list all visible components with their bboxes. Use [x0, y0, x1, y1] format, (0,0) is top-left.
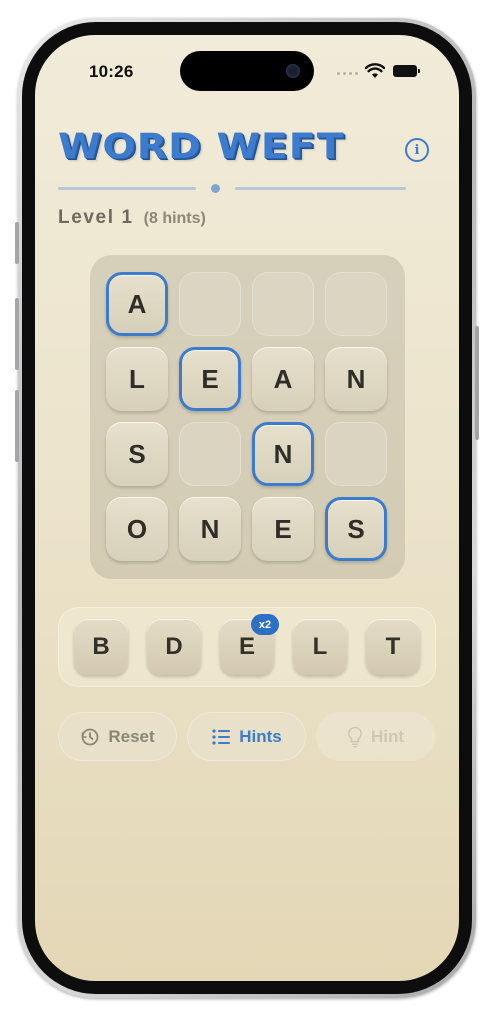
grid-cell-letter: E: [274, 513, 292, 544]
grid-cell-empty[interactable]: [325, 272, 387, 336]
volume-up-button: [15, 298, 19, 370]
grid-cell-letter: A: [273, 363, 293, 394]
hint-button[interactable]: Hint: [316, 712, 435, 761]
grid-cell-letter: S: [128, 438, 146, 469]
dynamic-island: [180, 51, 314, 91]
status-time: 10:26: [89, 62, 134, 81]
grid-cell-empty[interactable]: [325, 422, 387, 486]
grid-cell[interactable]: E: [179, 347, 241, 411]
camera-icon: [286, 64, 300, 78]
info-icon[interactable]: i: [405, 138, 429, 162]
grid-cell[interactable]: O: [106, 497, 168, 561]
hints-label: Hints: [239, 726, 282, 746]
grid-cell-letter: N: [273, 438, 293, 469]
reset-icon: [81, 728, 99, 745]
status-bar: 10:26: [35, 35, 459, 95]
grid-cell[interactable]: E: [252, 497, 314, 561]
grid-cell[interactable]: N: [252, 422, 314, 486]
grid-cell-letter: A: [127, 288, 147, 319]
tile-count-badge: x2: [251, 614, 279, 635]
reset-button[interactable]: Reset: [58, 712, 177, 761]
level-progress-track-left: [58, 187, 196, 190]
cellular-signal-icon: [337, 72, 358, 75]
app-screen: 10:26 WORD WEFT i Level 1 (8 hints) ALEA…: [35, 35, 459, 981]
app-title: WORD WEFT: [58, 127, 345, 167]
letter-tile[interactable]: D: [147, 619, 201, 675]
grid-cell-letter: O: [126, 513, 148, 544]
grid-cell[interactable]: N: [325, 347, 387, 411]
letter-tile[interactable]: T: [366, 619, 420, 675]
hints-button[interactable]: Hints: [187, 712, 306, 761]
level-progress-track-right: [235, 187, 406, 190]
action-button: [15, 222, 19, 264]
grid-cell-letter: L: [129, 363, 145, 394]
grid-cell[interactable]: A: [106, 272, 168, 336]
grid-cell-letter: N: [200, 513, 220, 544]
grid-cell[interactable]: L: [106, 347, 168, 411]
letter-tray: BDELT: [58, 607, 436, 687]
volume-down-button: [15, 390, 19, 462]
level-indicator: Level 1 (8 hints): [58, 207, 206, 229]
grid-cell[interactable]: A: [252, 347, 314, 411]
power-button: [475, 326, 479, 440]
grid-cell-empty[interactable]: [179, 272, 241, 336]
hint-label: Hint: [370, 726, 405, 746]
grid-cell-empty[interactable]: [179, 422, 241, 486]
grid-cell-letter: E: [201, 363, 219, 394]
wifi-icon: [365, 63, 385, 78]
grid-cell[interactable]: S: [106, 422, 168, 486]
grid-cell[interactable]: S: [325, 497, 387, 561]
level-progress-dot: [211, 184, 220, 193]
grid-cell-letter: S: [347, 513, 365, 544]
grid-cell-empty[interactable]: [252, 272, 314, 336]
level-label: Level 1: [58, 207, 134, 228]
word-grid: A L E A N S N O N E S: [90, 255, 405, 579]
grid-cell[interactable]: N: [179, 497, 241, 561]
letter-tile[interactable]: B: [74, 619, 128, 675]
list-icon: [212, 728, 231, 745]
info-glyph: i: [414, 142, 420, 158]
reset-label: Reset: [108, 726, 155, 746]
level-hints-count: (8 hints): [143, 210, 206, 227]
lightbulb-icon: [347, 726, 362, 747]
letter-tile[interactable]: L: [293, 619, 347, 675]
grid-cell-letter: N: [346, 363, 366, 394]
battery-icon: [393, 65, 420, 77]
